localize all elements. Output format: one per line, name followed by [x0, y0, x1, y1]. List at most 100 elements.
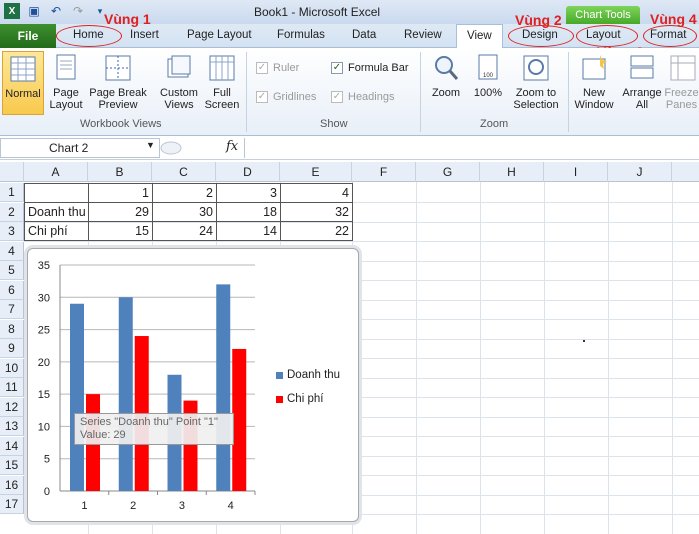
legend-item-chi-phi[interactable]: Chi phí — [276, 393, 323, 405]
legend-item-doanh-thu[interactable]: Doanh thu — [276, 369, 340, 381]
formula-input[interactable] — [244, 138, 699, 158]
tab-file[interactable]: File — [0, 24, 56, 48]
gridlines-checkbox[interactable]: ✓ Gridlines — [256, 91, 316, 103]
tab-insert[interactable]: Insert — [130, 29, 159, 41]
tab-review[interactable]: Review — [404, 29, 442, 41]
tab-view[interactable]: View — [456, 24, 503, 49]
row-header[interactable]: 9 — [0, 339, 24, 358]
name-box[interactable]: Chart 2 — [0, 138, 160, 158]
row-header[interactable]: 10 — [0, 358, 24, 378]
tooltip-line-2: Value: 29 — [80, 429, 126, 441]
column-header-f[interactable]: F — [352, 162, 416, 182]
annotation-vung1: Vùng 1 — [104, 11, 151, 27]
column-header-h[interactable]: H — [480, 162, 544, 182]
cell-a3[interactable]: Chi phí — [24, 221, 89, 241]
column-header-j[interactable]: J — [608, 162, 672, 182]
save-icon[interactable]: ▣ — [26, 3, 42, 19]
tab-page-layout[interactable]: Page Layout — [187, 29, 252, 41]
row-header[interactable]: 11 — [0, 378, 24, 397]
cell-c3[interactable]: 24 — [152, 221, 217, 241]
legend-swatch-doanh-thu — [276, 371, 283, 379]
annotation-ellipse-vung4 — [643, 25, 697, 47]
full-screen-button[interactable]: Full Screen — [203, 53, 241, 111]
ruler-checkbox[interactable]: ✓ Ruler — [256, 62, 299, 74]
row-header[interactable]: 2 — [0, 202, 24, 222]
page-break-preview-button[interactable]: Page Break Preview — [88, 53, 148, 111]
row-header[interactable]: 17 — [0, 495, 24, 514]
bar-doanh-thu — [70, 303, 84, 491]
cell-e3[interactable]: 22 — [280, 221, 353, 241]
y-tick-label: 35 — [38, 260, 50, 272]
normal-view-label: Normal — [5, 88, 41, 100]
tab-formulas[interactable]: Formulas — [277, 29, 325, 41]
normal-view-button[interactable]: Normal — [2, 51, 44, 115]
freeze-panes-button[interactable]: Freeze Panes — [664, 53, 699, 111]
column-header-d[interactable]: D — [216, 162, 280, 182]
cell-c1[interactable]: 2 — [152, 183, 217, 203]
tab-data[interactable]: Data — [352, 29, 376, 41]
column-header-a[interactable]: A — [24, 162, 88, 182]
row-header[interactable]: 16 — [0, 475, 24, 495]
gridline — [24, 241, 699, 242]
cell-b3[interactable]: 15 — [88, 221, 153, 241]
ribbon-view: Normal Page Layout Page Break Preview Cu… — [0, 48, 699, 136]
ribbon-separator — [246, 52, 247, 132]
row-header[interactable]: 7 — [0, 300, 24, 319]
cell-b1[interactable]: 1 — [88, 183, 153, 203]
row-header[interactable]: 14 — [0, 436, 24, 456]
row-header[interactable]: 5 — [0, 261, 24, 280]
row-header[interactable]: 15 — [0, 456, 24, 475]
cell-d1[interactable]: 3 — [216, 183, 281, 203]
custom-views-button[interactable]: Custom Views — [157, 53, 201, 111]
undo-icon[interactable]: ↶ — [48, 3, 64, 19]
row-header[interactable]: 1 — [0, 183, 24, 202]
name-box-dropdown-icon[interactable]: ▼ — [146, 140, 155, 150]
row-header[interactable]: 6 — [0, 280, 24, 300]
ruler-label: Ruler — [273, 62, 300, 74]
cell-a1[interactable] — [24, 183, 89, 203]
cell-e2[interactable]: 32 — [280, 202, 353, 222]
zoom-to-selection-label-1: Zoom to — [515, 87, 557, 99]
arrange-all-label-1: Arrange — [622, 87, 662, 99]
column-header-e[interactable]: E — [280, 162, 352, 182]
column-header-g[interactable]: G — [416, 162, 480, 182]
row-header[interactable]: 13 — [0, 417, 24, 436]
headings-checkbox[interactable]: ✓ Headings — [331, 91, 394, 103]
headings-label: Headings — [348, 91, 395, 103]
select-all-corner[interactable] — [0, 162, 24, 182]
column-headers: A B C D E F G H I J — [0, 162, 699, 182]
column-header-i[interactable]: I — [544, 162, 608, 182]
page-layout-icon — [56, 54, 76, 80]
cell-d3[interactable]: 14 — [216, 221, 281, 241]
zoom-100-icon: 100 — [478, 54, 498, 80]
cell-c2[interactable]: 30 — [152, 202, 217, 222]
column-header-c[interactable]: C — [152, 162, 216, 182]
insert-function-icon[interactable]: fx — [226, 139, 238, 154]
cell-b2[interactable]: 29 — [88, 202, 153, 222]
excel-logo-icon[interactable]: X — [4, 3, 20, 19]
new-window-button[interactable]: New Window — [572, 53, 616, 111]
redo-icon[interactable]: ↷ — [70, 3, 86, 19]
chart-object[interactable]: 0 5 10 15 20 25 30 35 1 2 3 4 Doanh thu Chi phí Ser… — [27, 248, 359, 522]
page-layout-view-button[interactable]: Page Layout — [47, 53, 85, 111]
annotation-vung2: Vùng 2 — [515, 12, 562, 28]
column-header-b[interactable]: B — [88, 162, 152, 182]
full-screen-label-2: Screen — [204, 99, 240, 111]
formula-bar-checkbox[interactable]: ✓ Formula Bar — [331, 62, 409, 74]
row-header[interactable]: 3 — [0, 222, 24, 241]
zoom-to-selection-button[interactable]: Zoom to Selection — [510, 53, 562, 111]
page-break-label-1: Page Break — [89, 87, 147, 99]
cell-a2[interactable]: Doanh thu — [24, 202, 89, 222]
cell-d2[interactable]: 18 — [216, 202, 281, 222]
row-header[interactable]: 12 — [0, 397, 24, 417]
zoom-label: Zoom — [431, 87, 461, 99]
formula-bar-resize-icon[interactable] — [160, 141, 182, 155]
cell-e1[interactable]: 4 — [280, 183, 353, 203]
row-header[interactable]: 8 — [0, 319, 24, 339]
x-tick-label: 4 — [228, 500, 234, 512]
arrange-all-button[interactable]: Arrange All — [620, 53, 664, 111]
headings-check-icon: ✓ — [331, 91, 343, 103]
zoom-100-button[interactable]: 100 100% — [470, 53, 506, 99]
row-header[interactable]: 4 — [0, 241, 24, 261]
zoom-button[interactable]: Zoom — [428, 53, 464, 99]
